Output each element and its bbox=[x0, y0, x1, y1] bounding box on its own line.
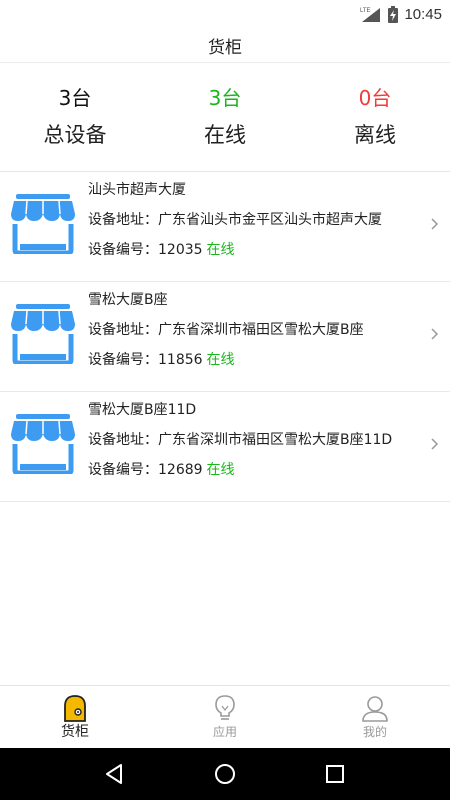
device-status: 在线 bbox=[206, 352, 235, 368]
tab-profile[interactable]: 我的 bbox=[300, 686, 450, 748]
title-bar: 货柜 bbox=[0, 28, 450, 62]
tab-label: 应用 bbox=[212, 725, 237, 739]
lte-signal-icon: LTE bbox=[360, 8, 381, 22]
summary-total: 3台 总设备 bbox=[0, 63, 150, 171]
page-title: 货柜 bbox=[208, 37, 242, 58]
device-status: 在线 bbox=[206, 462, 235, 478]
online-count: 3台 bbox=[208, 86, 242, 110]
device-summary: 3台 总设备 3台 在线 0台 离线 bbox=[0, 63, 450, 171]
chevron-right-icon bbox=[431, 328, 439, 340]
store-icon bbox=[11, 194, 75, 254]
device-id: 设备编号：11856 bbox=[88, 352, 203, 368]
tab-label: 货柜 bbox=[61, 724, 89, 740]
tab-label: 我的 bbox=[362, 725, 387, 739]
device-info: 雪松大厦B座 设备地址：广东省深圳市福田区雪松大厦B座 设备编号：11856 在线 bbox=[88, 290, 428, 370]
summary-online: 3台 在线 bbox=[150, 63, 300, 171]
system-nav-bar bbox=[0, 748, 450, 800]
recents-icon[interactable] bbox=[323, 762, 347, 786]
tab-locker[interactable]: 货柜 bbox=[0, 686, 150, 748]
device-id: 设备编号：12689 bbox=[88, 462, 203, 478]
back-icon[interactable] bbox=[103, 762, 127, 786]
device-name: 雪松大厦B座 bbox=[88, 292, 168, 308]
status-time: 10:45 bbox=[404, 5, 442, 23]
status-icons: LTE 10:45 bbox=[360, 3, 442, 25]
home-icon[interactable] bbox=[213, 762, 237, 786]
device-address: 设备地址：广东省汕头市金平区汕头市超声大厦 bbox=[88, 212, 382, 228]
chevron-right-icon bbox=[431, 218, 439, 230]
device-name: 雪松大厦B座11D bbox=[88, 402, 197, 418]
tab-apps[interactable]: 应用 bbox=[150, 686, 300, 748]
bottom-tab-bar: 货柜 应用 我的 bbox=[0, 685, 450, 748]
total-label: 总设备 bbox=[43, 123, 107, 147]
online-label: 在线 bbox=[204, 123, 246, 147]
chevron-right-icon bbox=[431, 438, 439, 450]
device-info: 雪松大厦B座11D 设备地址：广东省深圳市福田区雪松大厦B座11D 设备编号：1… bbox=[88, 400, 428, 480]
status-bar: LTE 10:45 bbox=[0, 0, 450, 28]
total-count: 3台 bbox=[58, 86, 92, 110]
offline-count: 0台 bbox=[358, 86, 392, 110]
summary-offline: 0台 离线 bbox=[300, 63, 450, 171]
device-list: 汕头市超声大厦 设备地址：广东省汕头市金平区汕头市超声大厦 设备编号：12035… bbox=[0, 172, 450, 502]
device-id-row: 设备编号：12689 在线 bbox=[88, 460, 428, 480]
device-address: 设备地址：广东省深圳市福田区雪松大厦B座11D bbox=[88, 432, 393, 448]
lightbulb-icon bbox=[215, 695, 235, 720]
device-id-row: 设备编号：11856 在线 bbox=[88, 350, 428, 370]
device-name: 汕头市超声大厦 bbox=[88, 182, 186, 198]
svg-text:LTE: LTE bbox=[360, 8, 371, 14]
battery-charging-icon bbox=[388, 5, 399, 23]
store-icon bbox=[11, 304, 75, 364]
device-info: 汕头市超声大厦 设备地址：广东省汕头市金平区汕头市超声大厦 设备编号：12035… bbox=[88, 180, 428, 260]
store-icon bbox=[11, 414, 75, 474]
device-item[interactable]: 汕头市超声大厦 设备地址：广东省汕头市金平区汕头市超声大厦 设备编号：12035… bbox=[0, 172, 450, 282]
device-address: 设备地址：广东省深圳市福田区雪松大厦B座 bbox=[88, 322, 364, 338]
locker-icon bbox=[64, 695, 86, 722]
device-status: 在线 bbox=[206, 242, 235, 258]
device-item[interactable]: 雪松大厦B座11D 设备地址：广东省深圳市福田区雪松大厦B座11D 设备编号：1… bbox=[0, 392, 450, 502]
device-item[interactable]: 雪松大厦B座 设备地址：广东省深圳市福田区雪松大厦B座 设备编号：11856 在线 bbox=[0, 282, 450, 392]
offline-label: 离线 bbox=[354, 123, 396, 147]
device-id: 设备编号：12035 bbox=[88, 242, 203, 258]
user-icon bbox=[362, 696, 388, 722]
device-id-row: 设备编号：12035 在线 bbox=[88, 240, 428, 260]
